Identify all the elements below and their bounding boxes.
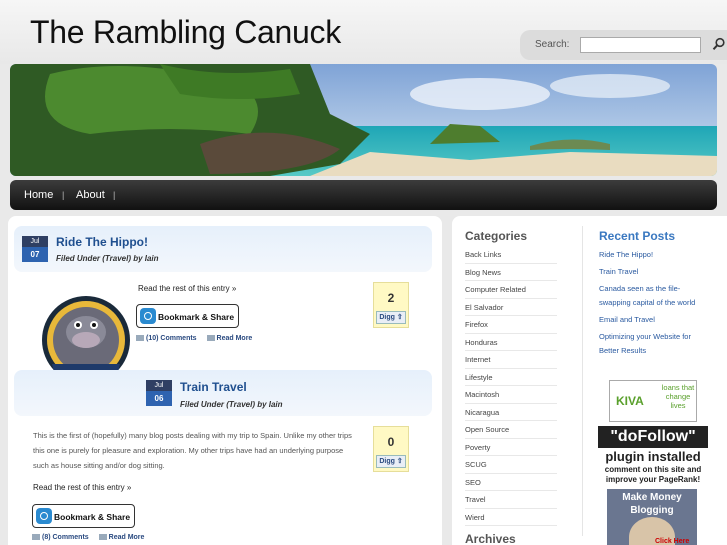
- dofollow-title: "doFollow": [598, 426, 708, 448]
- post-date-day: 06: [146, 391, 172, 406]
- comment-icon: [32, 534, 40, 541]
- archives-heading: Archives: [465, 532, 516, 545]
- category-item[interactable]: Honduras: [465, 334, 557, 351]
- recent-post-link[interactable]: Ride The Hippo!: [599, 248, 699, 262]
- category-item[interactable]: Internet: [465, 351, 557, 369]
- digg-widget: 2 Digg ⇧: [373, 282, 409, 328]
- site-header: The Rambling Canuck Search:: [0, 0, 727, 64]
- read-more-button[interactable]: Read More: [217, 335, 253, 342]
- post-links: (10) Comments Read More: [136, 335, 252, 342]
- categories-heading: Categories: [465, 229, 528, 243]
- post-meta: Filed Under (Travel) by Iain: [180, 400, 283, 409]
- search-icon[interactable]: [712, 37, 726, 51]
- read-more-link[interactable]: Read the rest of this entry »: [138, 284, 236, 293]
- recent-posts-list: Ride The Hippo! Train Travel Canada seen…: [599, 248, 699, 361]
- post-date: Jul 06: [146, 380, 172, 406]
- dofollow-line1: plugin installed: [605, 449, 701, 464]
- post-links: (8) Comments Read More: [32, 534, 144, 541]
- more-icon: [98, 534, 107, 541]
- sidebar-divider: [582, 226, 583, 536]
- comments-link[interactable]: (10) Comments: [146, 335, 197, 342]
- kiva-badge[interactable]: KIVA loans that change lives: [609, 380, 697, 422]
- dofollow-badge[interactable]: "doFollow" plugin installed comment on t…: [598, 426, 708, 488]
- digg-button[interactable]: Digg ⇧: [376, 311, 406, 324]
- header-banner-image: [10, 64, 717, 176]
- share-icon: [36, 508, 52, 524]
- ad-line1: Make Money: [622, 492, 682, 503]
- post-date-month: Jul: [22, 236, 48, 247]
- nav-home[interactable]: Home: [24, 189, 53, 201]
- search-input[interactable]: [580, 37, 701, 53]
- post-excerpt: This is the first of (hopefully) many bl…: [33, 431, 352, 470]
- digg-count: 2: [387, 291, 395, 305]
- kiva-logo: KIVA: [616, 394, 644, 408]
- nav-separator: |: [62, 190, 65, 200]
- sidebar: Categories Back Links Blog News Computer…: [452, 216, 727, 545]
- share-icon: [140, 308, 156, 324]
- digg-widget: 0 Digg ⇧: [373, 426, 409, 472]
- category-item[interactable]: Computer Related: [465, 281, 557, 299]
- post-meta: Filed Under (Travel) by Iain: [56, 254, 159, 263]
- category-item[interactable]: Blog News: [465, 264, 557, 281]
- dofollow-line3: improve your PageRank!: [605, 475, 701, 484]
- nav-about[interactable]: About: [76, 189, 105, 201]
- ad-line2: Blogging: [630, 505, 674, 516]
- category-item[interactable]: Macintosh: [465, 386, 557, 404]
- site-title[interactable]: The Rambling Canuck: [30, 14, 341, 51]
- category-item[interactable]: Open Source: [465, 421, 557, 439]
- digg-label: Digg: [379, 458, 395, 465]
- category-item[interactable]: Nicaragua: [465, 404, 557, 421]
- recent-post-link[interactable]: Train Travel: [599, 265, 699, 279]
- category-item[interactable]: SCUG: [465, 456, 557, 474]
- post-title[interactable]: Train Travel: [180, 380, 247, 394]
- category-item[interactable]: El Salvador: [465, 299, 557, 316]
- comment-icon: [136, 335, 144, 342]
- categories-list: Back Links Blog News Computer Related El…: [465, 246, 557, 526]
- nav-separator: |: [113, 190, 116, 200]
- dofollow-line2: comment on this site and: [604, 465, 702, 474]
- recent-post-link[interactable]: Canada seen as the file-swapping capital…: [599, 282, 699, 310]
- bookmark-share-label: Bookmark & Share: [158, 312, 235, 322]
- main-nav: Home | About |: [10, 180, 717, 210]
- category-item[interactable]: Poverty: [465, 439, 557, 456]
- category-item[interactable]: Lifestyle: [465, 369, 557, 386]
- more-icon: [206, 335, 215, 342]
- make-money-blogging-ad[interactable]: Make Money Blogging Click Here: [607, 489, 697, 545]
- recent-post-link[interactable]: Email and Travel: [599, 313, 699, 327]
- post-title[interactable]: Ride The Hippo!: [56, 235, 148, 249]
- ad-cta: Click Here: [655, 538, 690, 545]
- main-content: Jul 07 Ride The Hippo! Filed Under (Trav…: [8, 216, 442, 545]
- category-item[interactable]: Back Links: [465, 246, 557, 264]
- bookmark-share-label: Bookmark & Share: [54, 512, 131, 522]
- digg-label: Digg: [379, 314, 395, 321]
- recent-post-link[interactable]: Optimizing your Website for Better Resul…: [599, 330, 699, 358]
- bookmark-share-button[interactable]: Bookmark & Share: [32, 504, 135, 528]
- post-header: Jul 06 Train Travel Filed Under (Travel)…: [14, 370, 432, 416]
- digg-button[interactable]: Digg ⇧: [376, 455, 406, 468]
- category-item[interactable]: Firefox: [465, 316, 557, 334]
- search-label: Search:: [535, 39, 570, 50]
- comments-link[interactable]: (8) Comments: [42, 534, 89, 541]
- read-more-link[interactable]: Read the rest of this entry »: [33, 483, 131, 492]
- digg-count: 0: [387, 435, 395, 449]
- post-date-day: 07: [22, 247, 48, 262]
- post-header: Jul 07 Ride The Hippo! Filed Under (Trav…: [14, 226, 432, 272]
- post-date-month: Jul: [146, 380, 172, 391]
- search-box: Search:: [520, 30, 727, 60]
- kiva-tagline: loans that change lives: [661, 383, 695, 410]
- category-item[interactable]: SEO: [465, 474, 557, 491]
- category-item[interactable]: Wierd: [465, 509, 557, 526]
- recent-posts-heading: Recent Posts: [599, 229, 676, 243]
- post-date: Jul 07: [22, 236, 48, 262]
- category-item[interactable]: Travel: [465, 491, 557, 509]
- bookmark-share-button[interactable]: Bookmark & Share: [136, 304, 239, 328]
- read-more-button[interactable]: Read More: [109, 534, 145, 541]
